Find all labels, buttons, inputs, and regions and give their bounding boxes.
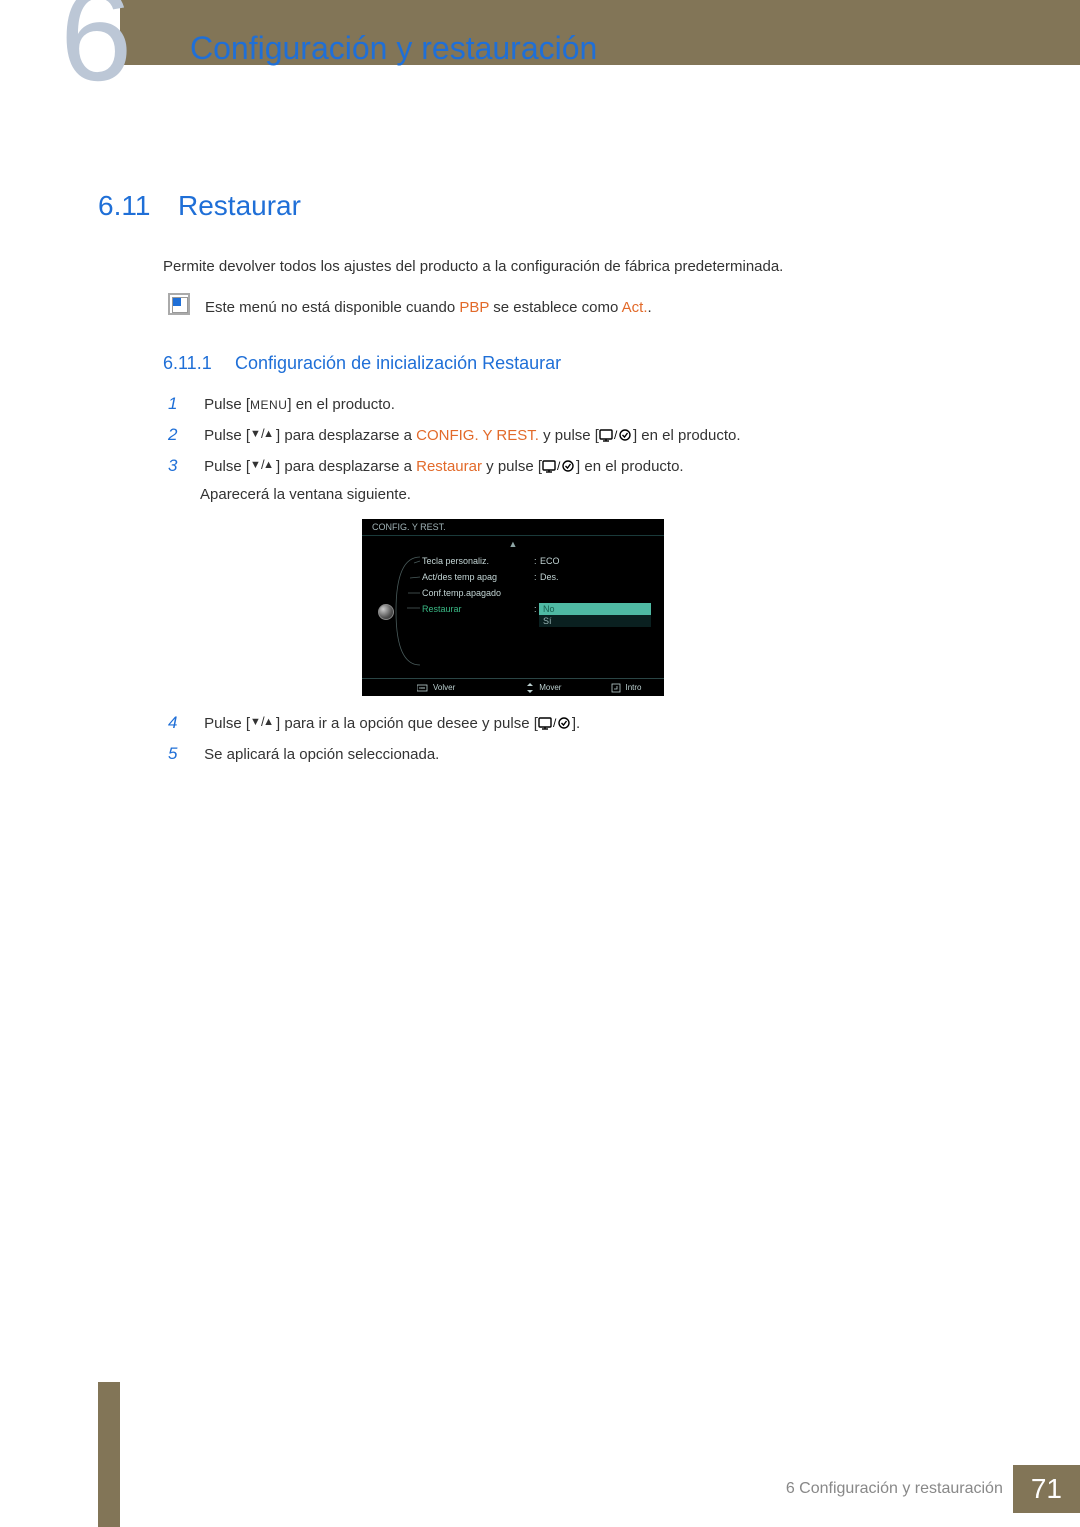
note-pbp: PBP	[459, 299, 489, 316]
chapter-title: Configuración y restauración	[190, 30, 597, 67]
osd-row-label: Tecla personaliz.	[422, 556, 489, 566]
svg-text:/: /	[614, 428, 618, 442]
osd-row-label: Act/des temp apag	[422, 572, 497, 582]
section-title: Restaurar	[178, 190, 301, 222]
svg-text:/: /	[557, 459, 561, 473]
osd-row-label: Conf.temp.apagado	[422, 588, 501, 598]
step-text: ] en el producto.	[576, 458, 684, 475]
osd-option: Sí	[539, 615, 651, 627]
source-enter-icon: /	[542, 459, 576, 473]
note-icon	[168, 293, 190, 315]
osd-menu-screenshot: CONFIG. Y REST. ▲ Tecla personaliz. : EC…	[362, 519, 664, 696]
step-text: Pulse [	[204, 427, 250, 444]
osd-row-value: Des.	[540, 572, 559, 582]
osd-footer-volver: Volver	[417, 683, 455, 692]
step-number: 3	[168, 456, 188, 476]
step-text: y pulse [	[482, 458, 542, 475]
osd-colon: :	[534, 604, 537, 614]
source-enter-icon: /	[599, 428, 633, 442]
back-icon	[417, 684, 429, 692]
section-intro: Permite devolver todos los ajustes del p…	[163, 256, 783, 277]
step-1: 1 Pulse [MENU] en el producto.	[168, 394, 395, 414]
svg-text:/: /	[553, 716, 557, 730]
footer-chapter-ref: 6 Configuración y restauración	[786, 1480, 1003, 1498]
chapter-number-ornament: 6	[60, 0, 132, 100]
move-icon	[525, 683, 535, 693]
page-number: 71	[1013, 1465, 1080, 1513]
subsection-number: 6.11.1	[163, 353, 212, 374]
step-text: Pulse [	[204, 715, 250, 732]
osd-bracket-icon	[392, 553, 422, 669]
note-text: Este menú no está disponible cuando PBP …	[205, 297, 652, 318]
step-number: 4	[168, 713, 188, 733]
step-3: 3 Pulse [/] para desplazarse a Restaurar…	[168, 456, 684, 476]
source-enter-icon: /	[538, 716, 572, 730]
target-menu: Restaurar	[416, 458, 482, 475]
osd-title: CONFIG. Y REST.	[362, 519, 664, 536]
section-number: 6.11	[98, 190, 150, 222]
step-2: 2 Pulse [/] para desplazarse a CONFIG. Y…	[168, 425, 741, 445]
step-text: Pulse [	[204, 396, 250, 413]
step-text: ] para ir a la opción que desee y pulse …	[276, 715, 538, 732]
step-text: Se aplicará la opción seleccionada.	[204, 746, 439, 763]
step-4: 4 Pulse [/] para ir a la opción que dese…	[168, 713, 580, 733]
step-number: 2	[168, 425, 188, 445]
osd-colon: :	[534, 556, 537, 566]
subsection-title: Configuración de inicialización Restaura…	[235, 353, 561, 374]
target-menu: CONFIG. Y REST.	[416, 427, 539, 444]
step-number: 1	[168, 394, 188, 414]
enter-icon	[611, 683, 621, 693]
osd-row-value: ECO	[540, 556, 560, 566]
updown-arrows-icon: /	[250, 716, 276, 729]
step-3b: Aparecerá la ventana siguiente.	[200, 486, 411, 503]
osd-up-arrow-icon: ▲	[362, 539, 664, 549]
osd-option-popup: No Sí	[539, 603, 651, 627]
step-text: ].	[572, 715, 580, 732]
left-margin-bar	[98, 1382, 120, 1527]
menu-button-label: MENU	[250, 398, 287, 412]
note-mid: se establece como	[489, 299, 622, 316]
step-number: 5	[168, 744, 188, 764]
osd-footer: Volver Mover Intro	[362, 678, 664, 696]
updown-arrows-icon: /	[250, 428, 276, 441]
step-text: ] para desplazarse a	[276, 458, 416, 475]
page-footer: 6 Configuración y restauración 71	[786, 1465, 1080, 1513]
osd-footer-intro: Intro	[611, 683, 641, 693]
step-5: 5 Se aplicará la opción seleccionada.	[168, 744, 439, 764]
osd-body: Tecla personaliz. : ECO Act/des temp apa…	[362, 549, 664, 669]
step-text: ] en el producto.	[633, 427, 741, 444]
note-prefix: Este menú no está disponible cuando	[205, 299, 459, 316]
osd-option-selected: No	[539, 603, 651, 615]
step-text: ] en el producto.	[287, 396, 395, 413]
note-suffix: .	[648, 299, 652, 316]
osd-row-label-active: Restaurar	[422, 604, 462, 614]
step-text: Pulse [	[204, 458, 250, 475]
note-act: Act.	[622, 299, 648, 316]
osd-footer-mover: Mover	[525, 683, 561, 693]
step-text: ] para desplazarse a	[276, 427, 416, 444]
updown-arrows-icon: /	[250, 459, 276, 472]
osd-colon: :	[534, 572, 537, 582]
step-text: y pulse [	[539, 427, 599, 444]
